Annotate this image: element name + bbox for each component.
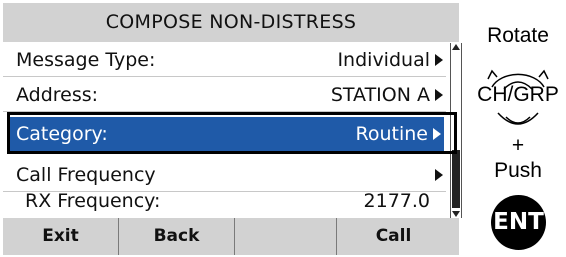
row-value: STATION A <box>330 84 430 106</box>
softkey-back[interactable]: Back <box>118 218 234 255</box>
plus-label: + <box>511 134 525 157</box>
scroll-up-arrow-icon <box>452 44 460 50</box>
ent-button[interactable]: ENT <box>491 195 546 250</box>
row-label: Message Type: <box>16 49 156 71</box>
menu-row-rx-frequency[interactable]: RX Frequency: 2177.0 <box>3 184 446 218</box>
right-arrow-icon <box>435 89 443 101</box>
right-arrow-icon <box>435 169 443 181</box>
menu-row-address[interactable]: Address: STATION A <box>3 78 446 112</box>
softkey-exit[interactable]: Exit <box>3 218 118 255</box>
row-value: 2177.0 <box>363 190 430 212</box>
dial-label: CH/GRP <box>477 83 559 106</box>
screen-title: COMPOSE NON-DISTRESS <box>3 3 459 42</box>
dial-base-icon <box>497 112 539 125</box>
selection-frame <box>7 112 457 154</box>
scroll-thumb[interactable] <box>452 150 460 208</box>
softkey-bar: Exit Back Call <box>3 218 459 255</box>
control-instructions: Rotate CH/GRP + Push ENT <box>470 0 566 257</box>
push-label: Push <box>494 159 542 182</box>
row-label: RX Frequency: <box>25 190 161 212</box>
softkey-blank <box>234 218 336 255</box>
row-label: Address: <box>16 84 99 106</box>
menu-row-message-type[interactable]: Message Type: Individual <box>3 43 446 77</box>
softkey-call[interactable]: Call <box>336 218 450 255</box>
row-value: Individual <box>337 49 430 71</box>
rotate-label: Rotate <box>487 24 549 47</box>
scroll-down-arrow-icon <box>452 211 460 217</box>
right-arrow-icon <box>435 54 443 66</box>
